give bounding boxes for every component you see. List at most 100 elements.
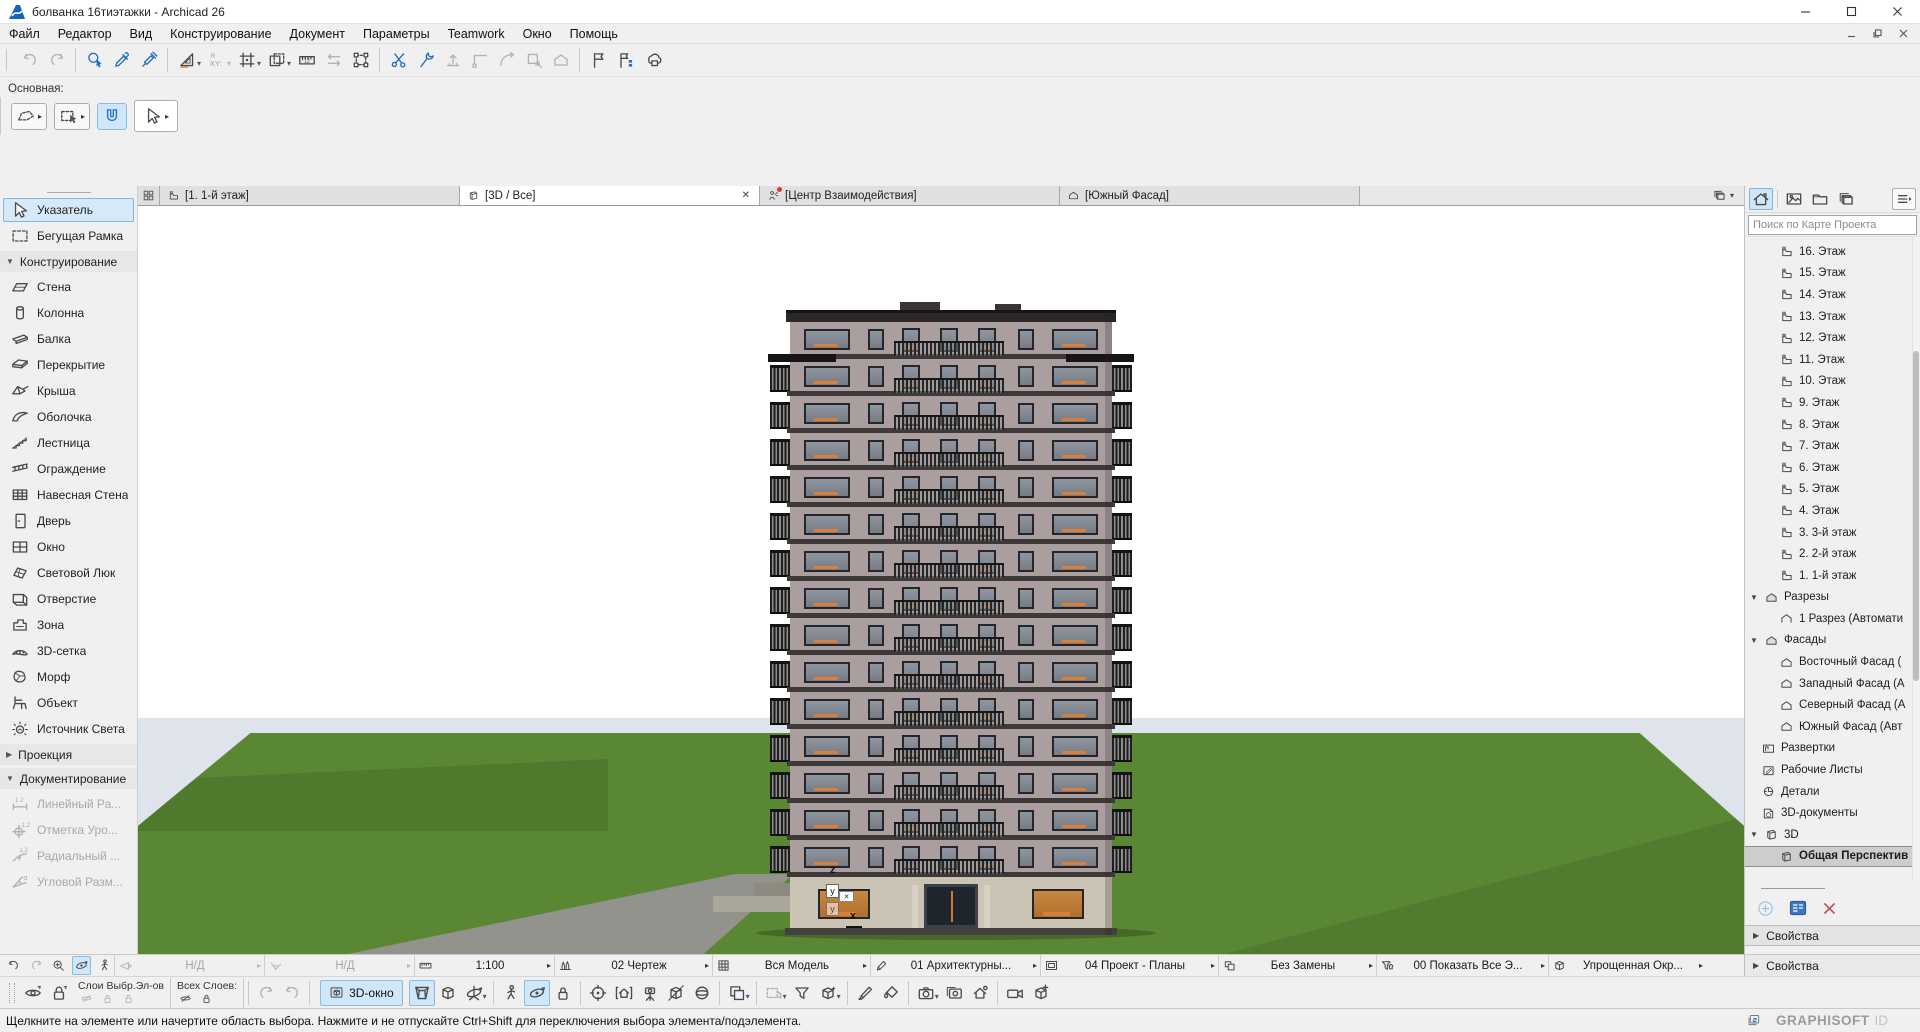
stretch-button[interactable]	[320, 47, 347, 74]
navigator-properties-header[interactable]: ▶ Свойства	[1745, 925, 1920, 946]
crop-button[interactable]	[520, 47, 547, 74]
tree-item-3d-документы[interactable]: 3D-документы	[1745, 802, 1920, 824]
menu-item-окно[interactable]: Окно	[514, 24, 561, 43]
adjust-button[interactable]	[412, 47, 439, 74]
layers-3d-dropdown[interactable]: ▾	[746, 992, 750, 1001]
building-model[interactable]	[790, 310, 1112, 935]
fly-through-button[interactable]	[1002, 980, 1028, 1006]
transform-button[interactable]	[347, 47, 374, 74]
view-tab-0[interactable]: [1. 1-й этаж]	[160, 186, 460, 205]
tool-light[interactable]: Источник Света	[3, 717, 134, 741]
tree-item-3-3-й-этаж[interactable]: 3. 3-й этаж	[1745, 522, 1920, 544]
tool-opening[interactable]: Отверстие	[3, 587, 134, 611]
view-lock-button[interactable]	[550, 980, 576, 1006]
measure-button[interactable]: 12	[293, 47, 320, 74]
zoom-next-button[interactable]	[27, 956, 47, 975]
axonometry-button[interactable]	[435, 980, 461, 1006]
menu-item-teamwork[interactable]: Teamwork	[439, 24, 514, 43]
mdi-minimize-button[interactable]	[1840, 26, 1862, 42]
tree-item-15-этаж[interactable]: 15. Этаж	[1745, 263, 1920, 285]
viewpoint-settings-button[interactable]	[1789, 900, 1807, 916]
menu-item-вид[interactable]: Вид	[121, 24, 162, 43]
split-button[interactable]	[385, 47, 412, 74]
tool-mesh[interactable]: 3D-сетка	[3, 639, 134, 663]
explore-button[interactable]	[94, 956, 114, 975]
tree-item-11-этаж[interactable]: 11. Этаж	[1745, 349, 1920, 371]
guide-lines-button[interactable]	[173, 47, 200, 74]
tree-item-13-этаж[interactable]: 13. Этаж	[1745, 306, 1920, 328]
selection-method-button[interactable]: ▸	[54, 103, 90, 130]
quick-option-scale[interactable]: 1:100▸	[414, 955, 554, 976]
fillet-button[interactable]	[493, 47, 520, 74]
tool-slab[interactable]: Перекрытие	[3, 353, 134, 377]
tree-item-4-этаж[interactable]: 4. Этаж	[1745, 500, 1920, 522]
mdi-restore-button[interactable]	[1866, 26, 1888, 42]
tool-dimlin[interactable]: 1.2Линейный Ра...	[3, 792, 134, 816]
render-home-button[interactable]	[967, 980, 993, 1006]
trace-reference-button[interactable]	[263, 47, 290, 74]
menu-item-параметры[interactable]: Параметры	[354, 24, 439, 43]
tree-scrollbar[interactable]	[1912, 237, 1920, 881]
tree-item-1-1-й-этаж[interactable]: 1. 1-й этаж	[1745, 565, 1920, 587]
chevron-down-icon[interactable]: ▼	[1749, 830, 1759, 839]
chevron-down-icon[interactable]: ▼	[1749, 593, 1759, 602]
view-tab-2[interactable]: [Центр Взаимодействия]	[760, 186, 1060, 205]
tree-item-16-этаж[interactable]: 16. Этаж	[1745, 241, 1920, 263]
project-map-search-input[interactable]	[1748, 215, 1917, 235]
photo-render-dropdown[interactable]: ▾	[935, 992, 939, 1001]
tree-item-9-этаж[interactable]: 9. Этаж	[1745, 392, 1920, 414]
pickup-params-button[interactable]	[108, 47, 135, 74]
zoom-in-button[interactable]	[49, 956, 69, 975]
tool-column[interactable]: Колонна	[3, 301, 134, 325]
tree-item-развертки[interactable]: Развертки	[1745, 738, 1920, 760]
find-select-button[interactable]	[81, 47, 108, 74]
tool-dimang[interactable]: αУгловой Разм...	[3, 870, 134, 894]
publisher-button[interactable]	[1834, 188, 1858, 210]
view-tab-3[interactable]: [Южный Фасад]	[1060, 186, 1360, 205]
toolbox-section-проекция[interactable]: ▶Проекция	[0, 744, 137, 765]
maximize-button[interactable]	[1828, 0, 1874, 23]
tool-shell[interactable]: Оболочка	[3, 405, 134, 429]
intersect-button[interactable]	[466, 47, 493, 74]
layout-book-button[interactable]	[1808, 188, 1832, 210]
add-viewpoint-button[interactable]	[1757, 900, 1774, 917]
quick-option-look-to[interactable]: Н/Д▸	[114, 955, 264, 976]
section-3d-button[interactable]	[689, 980, 715, 1006]
walk-mode-button[interactable]	[498, 980, 524, 1006]
material-pour-button[interactable]	[878, 980, 904, 1006]
tool-stair[interactable]: Лестница	[3, 431, 134, 455]
tree-item-фасады[interactable]: ▼Фасады	[1745, 630, 1920, 652]
toolbox-drag-handle[interactable]	[0, 188, 137, 196]
marquee-3d-dropdown[interactable]: ▾	[783, 992, 787, 1001]
tree-item-2-2-й-этаж[interactable]: 2. 2-й этаж	[1745, 543, 1920, 565]
redo-button[interactable]	[43, 47, 70, 74]
quick-option-overrides[interactable]: Без Замены▸	[1218, 955, 1376, 976]
marker-list-button[interactable]	[612, 47, 639, 74]
tool-marquee[interactable]: Бегущая Рамка	[3, 224, 134, 248]
snap-grid-button[interactable]	[233, 47, 260, 74]
toolbar-grip[interactable]	[9, 983, 15, 1003]
3d-window-button[interactable]: 3D-окно	[320, 980, 403, 1006]
arrow-tool-button[interactable]: ▸	[134, 100, 178, 132]
tool-railing[interactable]: Ограждение	[3, 457, 134, 481]
magnet-button[interactable]	[97, 103, 127, 130]
tree-item-14-этаж[interactable]: 14. Этаж	[1745, 284, 1920, 306]
roof-tool-button[interactable]	[547, 47, 574, 74]
filter-3d-button[interactable]	[789, 980, 815, 1006]
tool-curtain[interactable]: Навесная Стена	[3, 483, 134, 507]
menu-item-документ[interactable]: Документ	[281, 24, 354, 43]
minimize-button[interactable]	[1782, 0, 1828, 23]
perspective-button[interactable]	[409, 980, 435, 1006]
coords-dropdown[interactable]: ▾	[227, 59, 231, 68]
tree-item-детали[interactable]: Детали	[1745, 781, 1920, 803]
tool-zone[interactable]: Зона	[3, 613, 134, 637]
mdi-close-button[interactable]	[1892, 26, 1914, 42]
tree-item-общая-перспектив[interactable]: Общая Перспектив	[1745, 846, 1920, 868]
redo-view-button[interactable]	[253, 980, 279, 1006]
tree-item-восточный-фасад-[interactable]: Восточный Фасад (	[1745, 651, 1920, 673]
tree-item-южный-фасад-авт[interactable]: Южный Фасад (Авт	[1745, 716, 1920, 738]
quick-option-filter-elements[interactable]: 00 Показать Все Э...▸	[1376, 955, 1548, 976]
grow-button[interactable]	[439, 47, 466, 74]
view-tab-1[interactable]: [3D / Все]✕	[460, 186, 760, 205]
close-button[interactable]	[1874, 0, 1920, 23]
